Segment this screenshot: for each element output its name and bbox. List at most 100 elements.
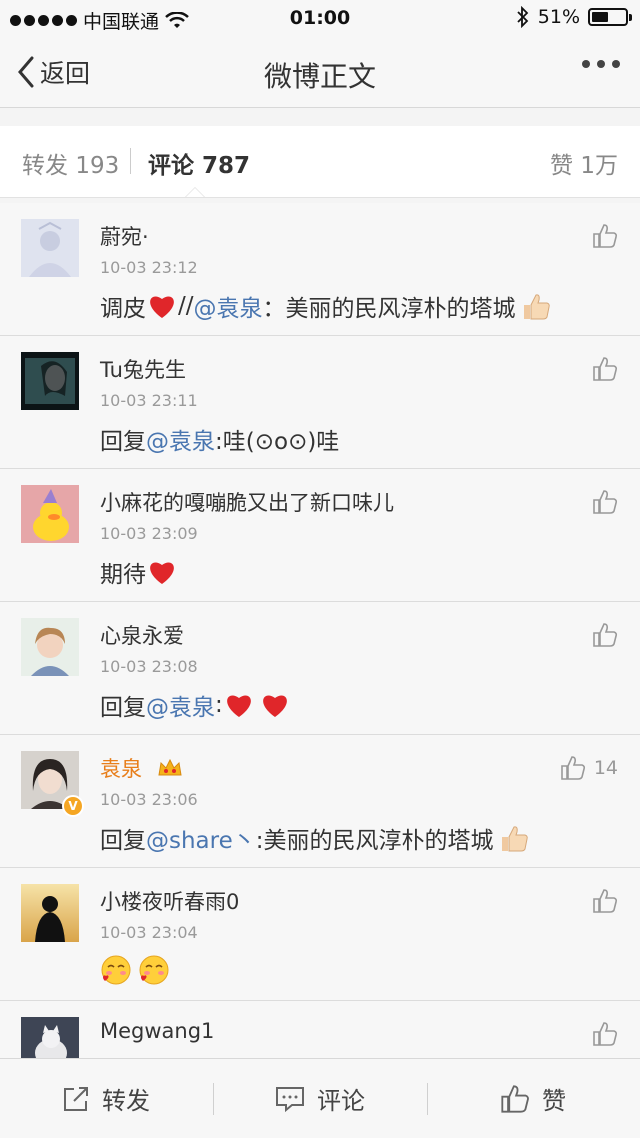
thumbs-up-icon <box>593 490 618 514</box>
mention-link[interactable]: @袁泉 <box>146 688 215 722</box>
thumbs-up-icon <box>593 889 618 913</box>
comment-author[interactable]: Megwang1 <box>100 1019 214 1043</box>
comment-author[interactable]: 心泉永爱 <box>100 620 184 650</box>
repost-button[interactable]: 转发 <box>62 1081 150 1116</box>
comment-time: 10-03 23:04 <box>100 923 198 942</box>
comment-text-part: 调皮 <box>100 296 146 322</box>
comment-like-count: 14 <box>593 757 618 779</box>
tab-likes[interactable]: 赞 1万 <box>550 146 618 180</box>
thumbs-up-icon <box>593 357 618 381</box>
like-button[interactable]: 赞 <box>500 1081 566 1116</box>
comment-item[interactable]: V 袁泉 10-03 23:06 回复 @share丶 :美丽的民风淳朴的塔城 … <box>0 735 640 868</box>
comment-text-part: ：美丽的民风淳朴的塔城 <box>262 296 516 322</box>
thumbs-up-icon <box>593 1022 618 1046</box>
verified-badge-icon: V <box>62 795 84 817</box>
comment-like-button[interactable] <box>592 1021 618 1047</box>
tab-reposts-count: 193 <box>75 153 120 179</box>
blushing-kiss-emoji-icon <box>101 955 131 985</box>
avatar[interactable] <box>21 219 79 277</box>
thumbs-up-icon <box>593 224 618 248</box>
heart-emoji-icon <box>226 695 251 717</box>
comment-button[interactable]: 评论 <box>275 1081 365 1116</box>
comment-text: 期待 <box>100 555 178 589</box>
comment-time: 10-03 23:09 <box>100 524 198 543</box>
comment-like-button[interactable] <box>592 888 618 914</box>
comment-item[interactable]: 小麻花的嘎嘣脆又出了新口味儿 10-03 23:09 期待 <box>0 469 640 602</box>
comment-time: 10-03 23:11 <box>100 391 198 410</box>
share-icon <box>64 1086 88 1111</box>
comment-author[interactable]: 蔚宛· <box>100 221 149 251</box>
bottom-action-bar: 转发 评论 赞 <box>0 1058 640 1138</box>
mention-link[interactable]: @share丶 <box>146 821 256 855</box>
avatar[interactable] <box>21 1017 79 1058</box>
comment-text-part: // <box>178 293 194 319</box>
comment-like-button[interactable] <box>592 622 618 648</box>
comment-icon <box>276 1086 304 1112</box>
thumbs-up-icon <box>593 623 618 647</box>
comment-text <box>100 954 176 986</box>
battery-percentage: 51% <box>537 6 580 28</box>
comment-text: 回复 @袁泉 : <box>100 688 291 722</box>
comment-item[interactable]: Megwang1 <box>0 1001 640 1058</box>
comment-text: 回复 @袁泉 :哇(⊙o⊙)哇 <box>100 422 339 456</box>
thumbs-up-icon <box>561 756 585 780</box>
comment-like-button[interactable] <box>592 489 618 515</box>
thumbs-up-icon <box>501 1084 529 1113</box>
thumbs-up-emoji-icon <box>501 826 528 852</box>
comment-text: 回复 @share丶 :美丽的民风淳朴的塔城 <box>100 821 530 855</box>
battery-icon <box>588 8 632 26</box>
tab-comments-label: 评论 <box>148 153 194 179</box>
comment-text-part: : <box>215 692 223 718</box>
status-bar: 中国联通 01:00 51% <box>0 0 640 38</box>
tab-reposts-label: 转发 <box>22 153 68 179</box>
comment-time: 10-03 23:12 <box>100 258 198 277</box>
comment-item[interactable]: 小楼夜听春雨0 10-03 23:04 <box>0 868 640 1001</box>
comment-author[interactable]: 小楼夜听春雨0 <box>100 886 239 916</box>
comment-text-part: 回复 <box>100 828 146 854</box>
navigation-bar: 返回 微博正文 <box>0 38 640 108</box>
comment-like-button[interactable] <box>592 223 618 249</box>
comment-button-label: 评论 <box>317 1087 365 1115</box>
heart-emoji-icon <box>150 296 174 318</box>
tab-comments[interactable]: 评论 787 <box>148 146 250 180</box>
tab-comments-count: 787 <box>202 153 251 179</box>
active-tab-indicator <box>185 187 205 197</box>
comment-like-button[interactable] <box>592 356 618 382</box>
comment-time: 10-03 23:06 <box>100 790 198 809</box>
comment-list[interactable]: 蔚宛· 10-03 23:12 调皮 // @袁泉 ：美丽的民风淳朴的塔城 Tu… <box>0 203 640 1058</box>
comment-item[interactable]: Tu兔先生 10-03 23:11 回复 @袁泉 :哇(⊙o⊙)哇 <box>0 336 640 469</box>
more-options-button[interactable] <box>582 60 620 68</box>
avatar[interactable] <box>21 618 79 676</box>
comment-author[interactable]: Tu兔先生 <box>100 354 186 384</box>
page-title: 微博正文 <box>263 60 376 93</box>
comment-text-part: 期待 <box>100 562 146 588</box>
tab-reposts[interactable]: 转发 193 <box>22 146 119 180</box>
comment-like-button[interactable]: 14 <box>560 755 618 781</box>
vip-crown-icon <box>158 758 182 776</box>
comment-author[interactable]: 袁泉 <box>100 753 183 783</box>
status-right: 51% <box>516 6 632 28</box>
avatar[interactable] <box>21 884 79 942</box>
comment-item[interactable]: 蔚宛· 10-03 23:12 调皮 // @袁泉 ：美丽的民风淳朴的塔城 <box>0 203 640 336</box>
like-button-label: 赞 <box>542 1087 566 1115</box>
comment-time: 10-03 23:08 <box>100 657 198 676</box>
repost-button-label: 转发 <box>102 1087 150 1115</box>
post-tabs: 转发 193 评论 787 赞 1万 <box>0 126 640 198</box>
comment-item[interactable]: 心泉永爱 10-03 23:08 回复 @袁泉 : <box>0 602 640 735</box>
avatar[interactable] <box>21 352 79 410</box>
comment-text-part: 回复 <box>100 429 146 455</box>
avatar[interactable] <box>21 485 79 543</box>
mention-link[interactable]: @袁泉 <box>146 422 215 456</box>
bottom-divider <box>427 1083 428 1115</box>
comment-author[interactable]: 小麻花的嘎嘣脆又出了新口味儿 <box>100 487 394 517</box>
thumbs-up-emoji-icon <box>523 294 550 320</box>
heart-emoji-icon <box>150 562 174 584</box>
mention-link[interactable]: @袁泉 <box>194 289 263 323</box>
blushing-kiss-emoji-icon <box>139 955 169 985</box>
comment-text-part: :美丽的民风淳朴的塔城 <box>255 828 494 854</box>
comment-text: 调皮 // @袁泉 ：美丽的民风淳朴的塔城 <box>100 289 552 323</box>
bottom-divider <box>213 1083 214 1115</box>
heart-emoji-icon <box>262 695 287 717</box>
comment-text-part: 回复 <box>100 695 146 721</box>
comment-text-part: :哇(⊙o⊙)哇 <box>215 429 340 455</box>
